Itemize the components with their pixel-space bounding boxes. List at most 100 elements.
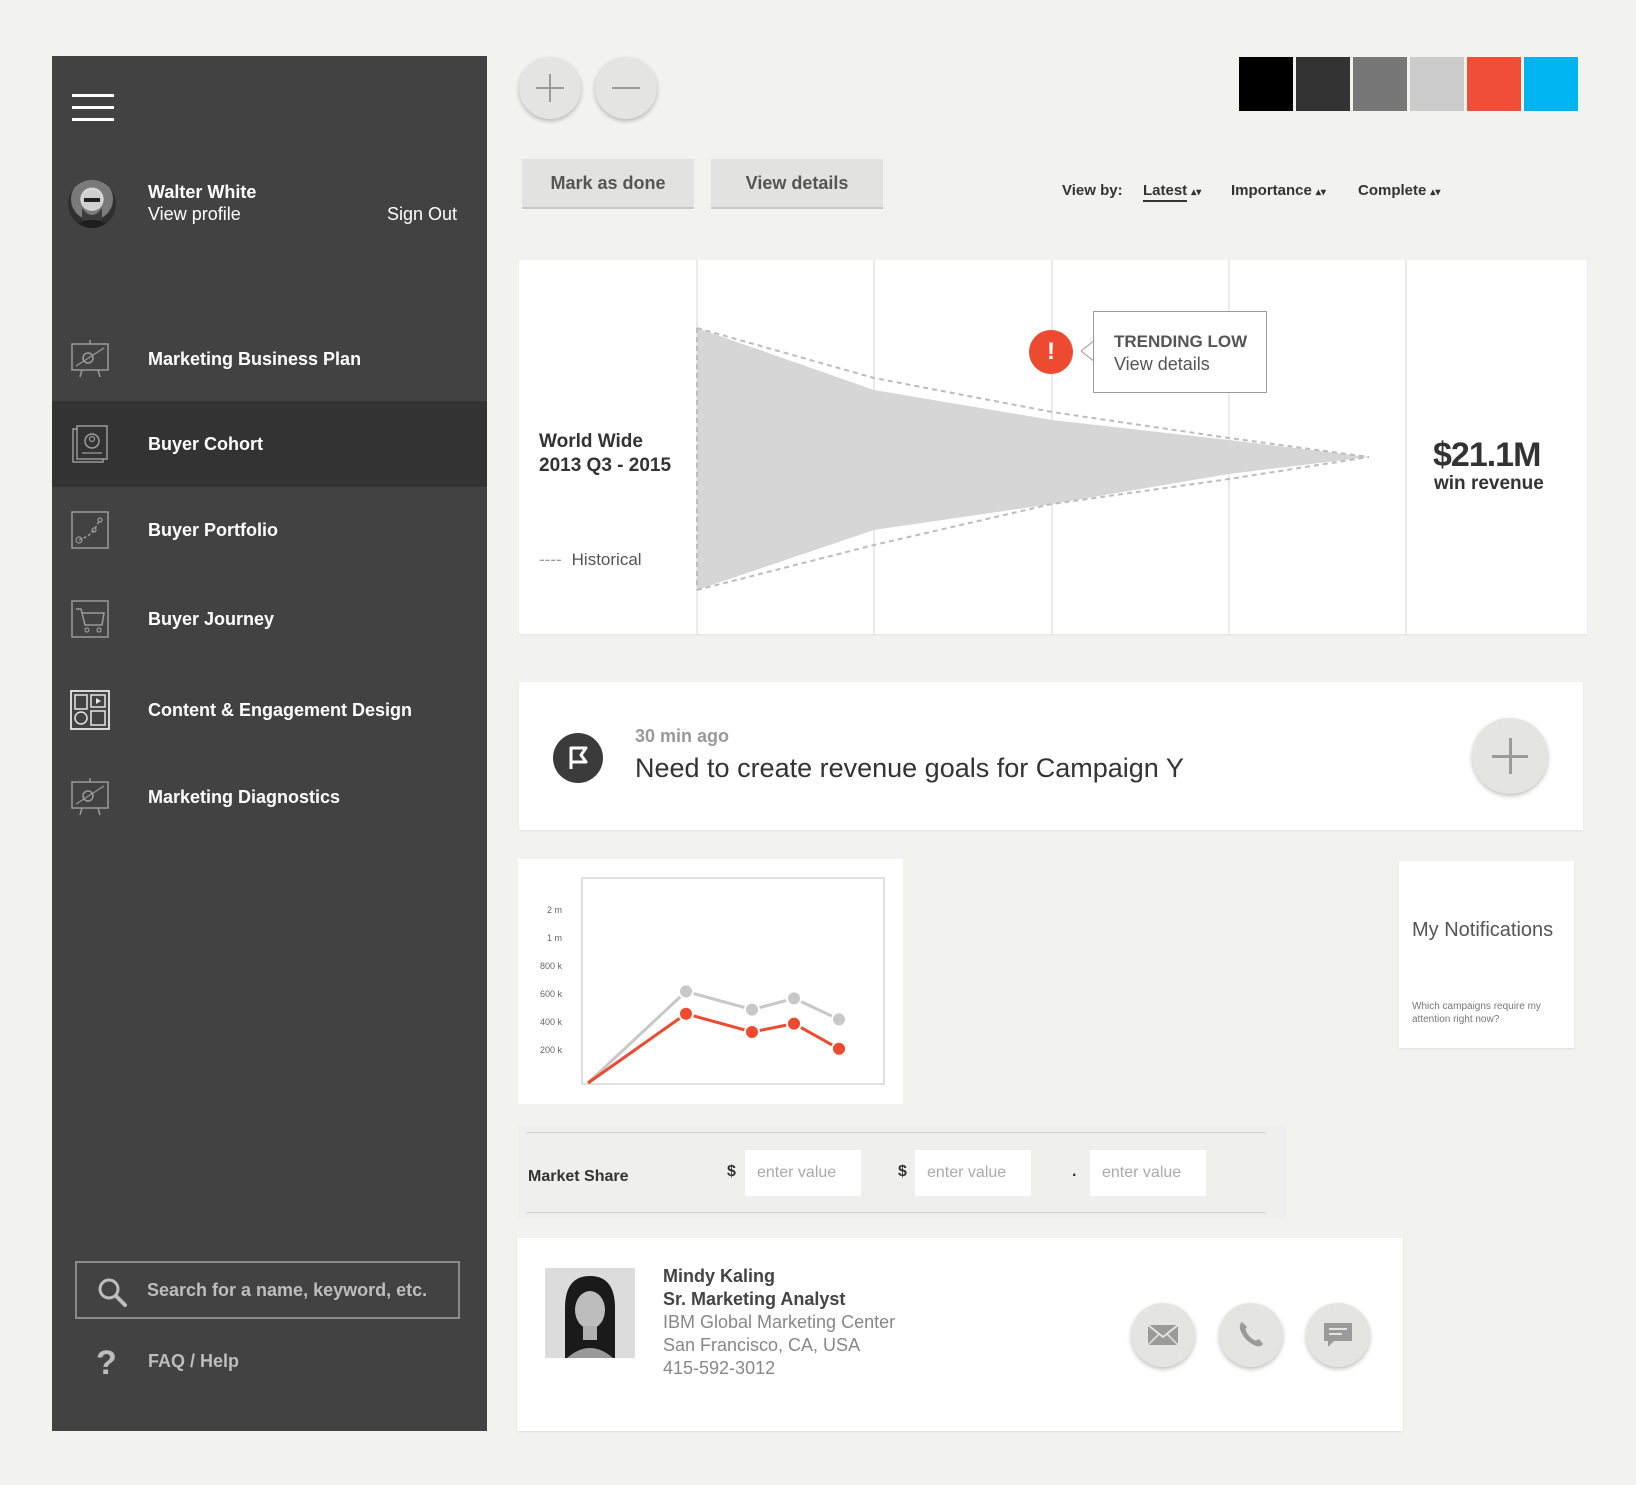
shopping-cart-icon — [71, 600, 109, 638]
faq-help-link[interactable]: FAQ / Help — [148, 1351, 239, 1372]
swatch-black[interactable] — [1239, 57, 1293, 111]
data-point — [744, 1024, 760, 1040]
contact-name: Mindy Kaling — [663, 1266, 775, 1286]
swatch-dark-gray[interactable] — [1296, 57, 1350, 111]
task-timestamp: 30 min ago — [635, 726, 730, 746]
sidebar-item-marketing-diagnostics[interactable]: Marketing Diagnostics — [52, 754, 487, 840]
sidebar-item-buyer-portfolio[interactable]: Buyer Portfolio — [52, 487, 487, 573]
y-tick-label: 200 k — [540, 1045, 563, 1055]
contact-card: Mindy Kaling Sr. Marketing Analyst IBM G… — [517, 1238, 1403, 1431]
region-label: World Wide 2013 Q3 - 2015 — [539, 430, 671, 478]
add-task-button[interactable] — [1472, 718, 1548, 794]
y-tick-label: 800 k — [540, 961, 563, 971]
presentation-icon — [71, 340, 109, 378]
decimal-separator: . — [1072, 1163, 1077, 1180]
market-share-input-3[interactable] — [1090, 1150, 1206, 1196]
sort-complete[interactable]: Complete ▴▾ — [1358, 182, 1440, 199]
presentation-diagnostics-icon — [71, 778, 109, 816]
trend-title: TRENDING LOW — [1114, 332, 1248, 351]
data-point — [786, 1015, 802, 1032]
task-text: Need to create revenue goals for Campaig… — [635, 753, 1184, 783]
currency-symbol: $ — [898, 1163, 907, 1180]
alert-icon[interactable]: ! — [1029, 330, 1073, 374]
historical-legend: ---- Historical — [539, 550, 642, 570]
sidebar-item-label: Buyer Portfolio — [148, 520, 279, 540]
y-tick-label: 1 m — [547, 933, 562, 943]
funnel-area — [697, 328, 1369, 590]
sidebar-item-label: Buyer Cohort — [148, 434, 264, 454]
sidebar: Walter White View profile Sign Out Marke… — [52, 56, 487, 1431]
legend-label: Historical — [571, 550, 642, 569]
contact-location: San Francisco, CA, USA — [663, 1335, 861, 1355]
revenue-value: $21.1M — [1433, 436, 1541, 474]
contact-organization: IBM Global Marketing Center — [663, 1312, 896, 1332]
divider — [526, 1212, 1266, 1213]
market-share-row: Market Share $ $ . — [518, 1126, 1286, 1218]
user-name: Walter White — [148, 182, 257, 202]
sort-arrows-icon: ▴▾ — [1315, 187, 1326, 198]
currency-symbol: $ — [727, 1163, 736, 1180]
y-tick-label: 400 k — [540, 1017, 563, 1027]
view-by-label: View by: — [1062, 182, 1123, 199]
help-question-icon: ? — [96, 1344, 117, 1382]
notifications-card[interactable]: My Notifications Which campaigns require… — [1399, 861, 1574, 1048]
data-point — [744, 1001, 760, 1018]
email-contact-button[interactable] — [1131, 1303, 1195, 1367]
series-line-0 — [586, 989, 840, 1085]
sidebar-item-marketing-business-plan[interactable]: Marketing Business Plan — [52, 316, 487, 402]
mail-icon — [1147, 1324, 1179, 1346]
contact-phone: 415-592-3012 — [663, 1358, 776, 1378]
sidebar-item-buyer-journey[interactable]: Buyer Journey — [52, 576, 487, 662]
sidebar-item-buyer-cohort[interactable]: Buyer Cohort — [52, 401, 487, 487]
sort-latest[interactable]: Latest ▴▾ — [1143, 182, 1202, 202]
trend-chart-icon — [71, 511, 109, 549]
swatch-gray[interactable] — [1353, 57, 1407, 111]
market-share-label: Market Share — [528, 1168, 629, 1185]
chat-contact-button[interactable] — [1306, 1303, 1370, 1367]
search-icon — [98, 1278, 127, 1307]
chat-icon — [1324, 1323, 1352, 1347]
market-share-input-1[interactable] — [745, 1150, 861, 1196]
sidebar-item-content-engagement-design[interactable]: Content & Engagement Design — [52, 667, 487, 753]
sign-out-link[interactable]: Sign Out — [387, 204, 457, 225]
view-details-button[interactable]: View details — [711, 159, 883, 209]
data-point — [786, 990, 802, 1007]
data-point — [678, 1005, 694, 1022]
sort-label: Complete — [1358, 182, 1427, 199]
trending-low-callout[interactable]: TRENDING LOW View details — [1093, 311, 1267, 393]
avatar[interactable] — [68, 180, 116, 228]
region-line-1: World Wide — [539, 431, 643, 452]
contact-title: Sr. Marketing Analyst — [663, 1289, 846, 1309]
swatch-blue[interactable] — [1524, 57, 1578, 111]
search-input[interactable] — [147, 1263, 447, 1317]
sort-importance[interactable]: Importance ▴▾ — [1231, 182, 1326, 199]
zoom-out-button[interactable] — [595, 57, 657, 119]
sidebar-item-label: Marketing Diagnostics — [148, 787, 341, 807]
view-profile-link[interactable]: View profile — [148, 204, 241, 225]
swatch-light-gray[interactable] — [1410, 57, 1464, 111]
sidebar-item-label: Content & Engagement Design — [148, 700, 413, 720]
phone-icon — [1239, 1322, 1263, 1347]
data-point — [678, 983, 694, 1000]
trend-view-details-link[interactable]: View details — [1114, 354, 1210, 375]
flag-icon — [553, 733, 603, 783]
notifications-title: My Notifications — [1412, 919, 1554, 941]
sort-label: Importance — [1231, 182, 1312, 199]
hamburger-menu-icon[interactable] — [72, 94, 114, 122]
market-share-input-2[interactable] — [915, 1150, 1031, 1196]
swatch-red[interactable] — [1467, 57, 1521, 111]
funnel-chart — [696, 260, 1407, 634]
call-contact-button[interactable] — [1219, 1303, 1283, 1367]
mark-as-done-button[interactable]: Mark as done — [522, 159, 694, 209]
revenue-label: win revenue — [1434, 473, 1544, 494]
funnel-card: World Wide 2013 Q3 - 2015 ---- Historical… — [519, 260, 1587, 634]
data-point — [831, 1011, 847, 1028]
search-box — [75, 1261, 460, 1319]
contact-avatar — [545, 1268, 635, 1358]
sort-label: Latest — [1143, 182, 1188, 202]
zoom-in-button[interactable] — [519, 57, 581, 119]
y-tick-label: 600 k — [540, 989, 563, 999]
data-point — [831, 1040, 847, 1057]
region-line-2: 2013 Q3 - 2015 — [539, 455, 672, 476]
sort-arrows-icon: ▴▾ — [1191, 187, 1202, 198]
